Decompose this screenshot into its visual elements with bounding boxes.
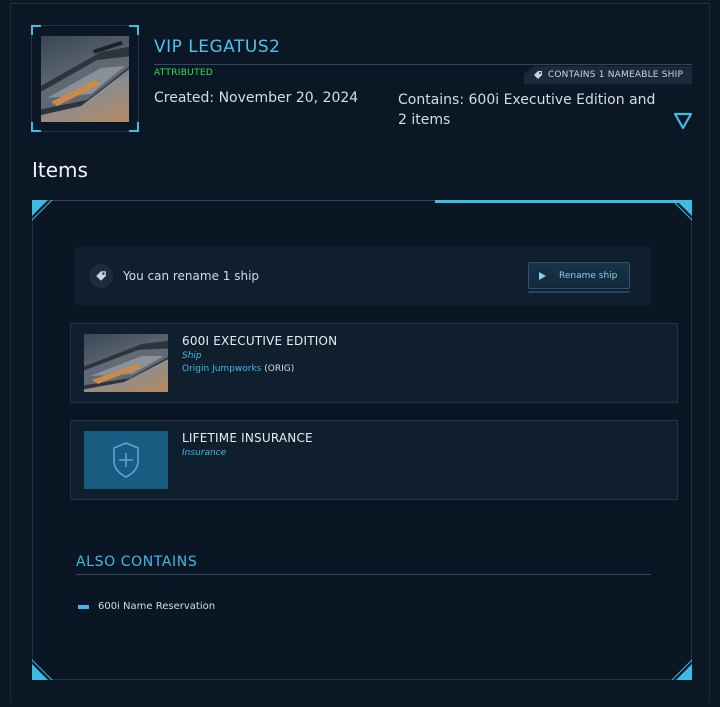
tag-icon xyxy=(533,71,542,79)
contains-summary: Contains: 600i Executive Edition and 2 i… xyxy=(398,92,656,128)
item-type: Ship xyxy=(182,351,202,361)
item-name: 600I EXECUTIVE EDITION xyxy=(182,334,338,348)
pledge-page: VIP LEGATUS2 ATTRIBUTED CONTAINS 1 NAMEA… xyxy=(10,3,710,703)
item-manufacturer: Origin Jumpworks (ORIG) xyxy=(182,364,294,374)
rename-notice: You can rename 1 ship Rename ship xyxy=(75,247,651,305)
also-contains-item: 600i Name Reservation xyxy=(78,601,215,612)
tag-icon xyxy=(89,264,113,288)
header-divider xyxy=(154,64,692,65)
items-panel: You can rename 1 ship Rename ship 600I E… xyxy=(32,200,692,680)
ship-thumbnail xyxy=(84,334,168,392)
nameable-ship-badge-label: CONTAINS 1 NAMEABLE SHIP xyxy=(547,70,684,80)
also-contains-heading: ALSO CONTAINS xyxy=(76,554,198,570)
rename-message: You can rename 1 ship xyxy=(123,269,260,283)
nameable-ship-badge: CONTAINS 1 NAMEABLE SHIP xyxy=(524,66,692,84)
play-icon xyxy=(539,271,546,280)
list-item-ship[interactable]: 600I EXECUTIVE EDITION Ship Origin Jumpw… xyxy=(70,323,678,403)
rename-ship-button-label: Rename ship xyxy=(559,270,618,281)
panel-corner-bottom-left xyxy=(32,659,53,680)
rename-ship-button[interactable]: Rename ship xyxy=(528,262,630,289)
insurance-thumbnail xyxy=(84,431,168,489)
chevron-down-icon[interactable] xyxy=(673,112,693,130)
package-thumbnail-ship-image xyxy=(41,36,129,122)
package-thumbnail-frame[interactable] xyxy=(31,25,139,132)
list-item-insurance[interactable]: LIFETIME INSURANCE Insurance xyxy=(70,420,678,500)
panel-corner-top-left xyxy=(32,200,53,221)
item-type: Insurance xyxy=(182,448,227,458)
manufacturer-code: (ORIG) xyxy=(264,364,295,374)
created-date: Created: November 20, 2024 xyxy=(154,90,359,106)
panel-corner-top-right xyxy=(671,200,692,221)
also-contains-item-label: 600i Name Reservation xyxy=(98,601,216,612)
panel-accent-bar xyxy=(435,200,691,203)
items-heading: Items xyxy=(32,158,88,182)
shield-plus-icon xyxy=(113,442,139,478)
manufacturer-name: Origin Jumpworks xyxy=(182,364,262,374)
attributed-status: ATTRIBUTED xyxy=(154,68,214,78)
item-name: LIFETIME INSURANCE xyxy=(182,431,313,445)
panel-corner-bottom-right xyxy=(671,659,692,680)
package-title[interactable]: VIP LEGATUS2 xyxy=(154,37,280,57)
also-contains-divider xyxy=(76,574,651,575)
dash-bullet-icon xyxy=(78,604,89,609)
